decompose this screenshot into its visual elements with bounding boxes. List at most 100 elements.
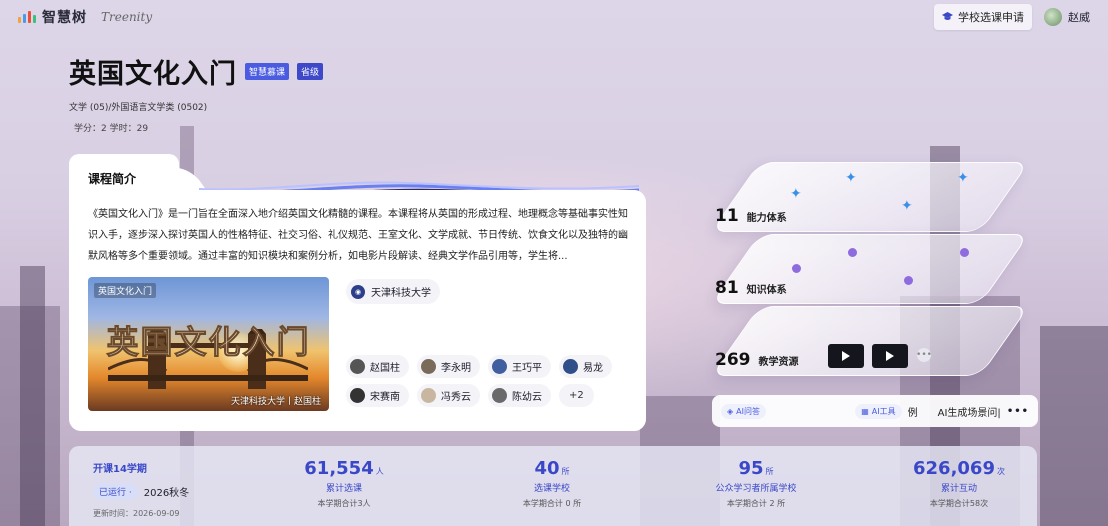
resource-count: 269	[715, 350, 751, 370]
update-time: 更新时间：2026-09-09	[93, 509, 180, 518]
teacher-name: 李永明	[441, 363, 471, 374]
resource-video-thumb[interactable]	[828, 344, 864, 368]
stat-sub: 本学期合计 0 所	[522, 499, 582, 508]
resource-stat[interactable]: 269 教学资源	[715, 350, 799, 370]
teacher-chip[interactable]: 赵国柱	[346, 355, 409, 378]
level-tag: 省级	[297, 63, 324, 80]
status-badge[interactable]: 已运行 ·	[93, 483, 138, 500]
more-teachers-button[interactable]: +2	[559, 384, 594, 407]
bottom-stats-bar: 开课14学期 已运行 · 2026秋冬 更新时间：2026-09-09 61,5…	[69, 446, 1037, 526]
page-title: 英国文化入门	[69, 59, 237, 90]
intro-card: 课程简介 《英国文化入门》是一门旨在全面深入地介绍英国文化精髓的课程。本课程将从…	[69, 154, 646, 431]
logo[interactable]: 智慧树 Treenity	[18, 7, 152, 27]
semester-label: 2026秋冬	[143, 488, 190, 499]
ai-tool-suffix: 例	[907, 407, 918, 419]
ai-qa-label: AI问答	[736, 406, 760, 416]
logo-icon	[18, 11, 36, 23]
logo-en: Treenity	[101, 10, 153, 24]
teacher-name: 易龙	[583, 363, 603, 374]
stat-unit: 次	[996, 467, 1005, 476]
stat-sub: 本学期合计3人	[317, 499, 371, 508]
sparkle-icon: ✦	[845, 170, 857, 186]
stat-number: 40	[534, 458, 560, 479]
avatar	[492, 359, 507, 374]
teacher-chip[interactable]: 李永明	[417, 355, 480, 378]
video-title: 英国文化入门	[106, 323, 311, 362]
intro-text: 《英国文化入门》是一门旨在全面深入地介绍英国文化精髓的课程。本课程将从英国的形成…	[88, 209, 628, 262]
ai-tool-icon: ▦	[861, 406, 869, 416]
teacher-chip[interactable]: 王巧平	[488, 355, 551, 378]
stat-label: 选课学校	[533, 484, 570, 494]
stat-unit: 所	[765, 467, 774, 476]
more-options-icon[interactable]: •••	[1007, 406, 1029, 417]
stat-label: 累计选课	[325, 484, 362, 494]
knowledge-stat[interactable]: 81 知识体系	[715, 278, 787, 298]
sparkle-icon: ✦	[901, 198, 913, 214]
ability-stat[interactable]: 11 能力体系	[715, 206, 787, 226]
course-stats-stack: ✦ ✦ ✦ ✦ 11 能力体系 81 知识体系 269 教学资源 •••	[710, 152, 1035, 377]
sparkle-icon: ✦	[790, 186, 802, 202]
knowledge-dot	[904, 276, 913, 285]
stat-sub: 本学期合计58次	[929, 499, 989, 508]
ai-qa-button[interactable]: ◈ AI问答	[721, 403, 766, 419]
stat-sub: 本学期合计 2 所	[726, 499, 786, 508]
apply-course-label: 学校选课申请	[958, 11, 1024, 24]
intro-heading: 课程简介	[88, 172, 137, 186]
teacher-name: 陈幼云	[512, 392, 542, 403]
ai-bar: ◈ AI问答 ▦ AI工具 例 AI生成场景问| •••	[712, 395, 1038, 427]
avatar	[421, 359, 436, 374]
avatar	[350, 359, 365, 374]
avatar	[492, 388, 507, 403]
school-emblem-icon: ◉	[351, 284, 365, 299]
teacher-chip[interactable]: 陈幼云	[488, 384, 551, 407]
teacher-chip[interactable]: 易龙	[559, 355, 612, 378]
stat-number: 626,069	[913, 458, 995, 479]
course-subject: 文学 (05)/外国语言文学类 (0502)	[69, 103, 208, 113]
stat-public-learner-schools: 95 所 公众学习者所属学校 本学期合计 2 所	[686, 458, 826, 509]
avatar	[1044, 8, 1062, 26]
teacher-chip[interactable]: 冯秀云	[417, 384, 480, 407]
stat-number: 95	[738, 458, 764, 479]
course-credits: 学分：2 学时：29	[74, 124, 149, 134]
avatar	[563, 359, 578, 374]
stat-label: 公众学习者所属学校	[715, 484, 797, 494]
sparkle-icon: ✦	[957, 170, 969, 186]
course-video-thumbnail[interactable]: 英国文化入门 英国文化入门 天津科技大学丨赵国柱	[88, 277, 329, 411]
user-menu[interactable]: 赵威	[1044, 8, 1090, 26]
stat-total-enrollments: 61,554 人 累计选课 本学期合计3人	[274, 458, 414, 509]
term-title[interactable]: 开课14学期	[93, 460, 189, 475]
stat-schools: 40 所 选课学校 本学期合计 0 所	[482, 458, 622, 509]
knowledge-dot	[848, 248, 857, 257]
school-name: 天津科技大学	[371, 288, 431, 299]
ai-scene-text[interactable]: AI生成场景问|	[938, 404, 1001, 419]
ai-tool-button[interactable]: ▦ AI工具	[855, 403, 902, 419]
mooc-tag: 智慧慕课	[245, 63, 290, 80]
teacher-chip[interactable]: 宋赛南	[346, 384, 409, 407]
teacher-name: 宋赛南	[370, 392, 400, 403]
knowledge-dot	[792, 264, 801, 273]
top-bar: 智慧树 Treenity 学校选课申请 赵威	[0, 0, 1108, 34]
resource-label: 教学资源	[758, 357, 799, 368]
teacher-name: 冯秀云	[441, 392, 471, 403]
ability-count: 11	[715, 206, 739, 226]
school-chip[interactable]: ◉ 天津科技大学	[346, 279, 440, 304]
resource-video-thumb[interactable]	[872, 344, 908, 368]
apply-course-button[interactable]: 学校选课申请	[934, 4, 1032, 30]
video-logo: 英国文化入门	[94, 283, 157, 298]
graduation-cap-icon	[942, 11, 953, 24]
course-title-row: 英国文化入门 智慧慕课 省级	[69, 52, 324, 91]
teacher-name: 王巧平	[512, 363, 542, 374]
ability-label: 能力体系	[746, 213, 787, 224]
video-caption: 天津科技大学丨赵国柱	[230, 397, 321, 407]
play-icon	[842, 351, 850, 361]
knowledge-dot	[960, 248, 969, 257]
knowledge-label: 知识体系	[746, 285, 787, 296]
user-name: 赵威	[1068, 11, 1090, 24]
knowledge-count: 81	[715, 278, 739, 298]
more-resources-icon[interactable]: •••	[916, 348, 932, 362]
ai-tool-label: AI工具	[871, 406, 896, 416]
teacher-name: 赵国柱	[370, 363, 400, 374]
stat-label: 累计互动	[940, 484, 977, 494]
stat-number: 61,554	[304, 458, 374, 479]
stat-unit: 所	[561, 467, 570, 476]
